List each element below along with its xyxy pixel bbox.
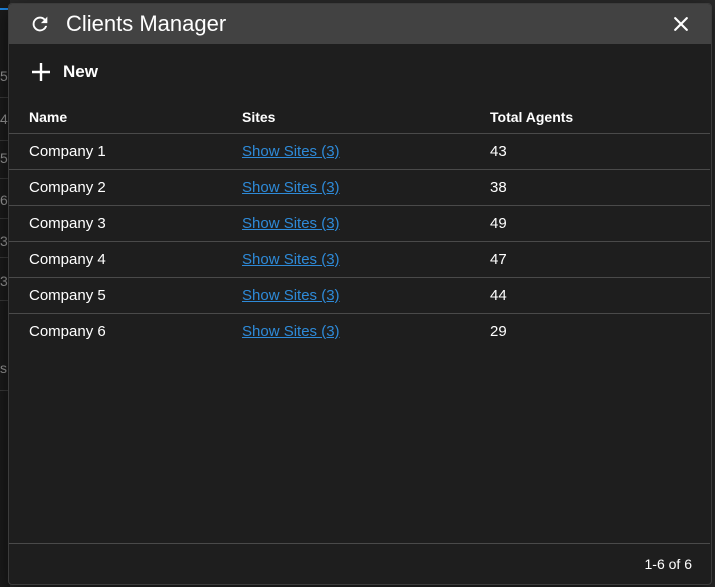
show-sites-link[interactable]: Show Sites (3) [242, 251, 340, 268]
show-sites-link[interactable]: Show Sites (3) [242, 143, 340, 160]
clients-table: Name Sites Total Agents Company 1 Show S… [9, 100, 710, 349]
total-agents: 47 [490, 241, 710, 278]
show-sites-link[interactable]: Show Sites (3) [242, 215, 340, 232]
table-header-row: Name Sites Total Agents [9, 100, 710, 134]
client-name: Company 5 [9, 277, 242, 314]
total-agents: 38 [490, 169, 710, 206]
table-row[interactable]: Company 5 Show Sites (3) 44 [9, 277, 710, 314]
client-name: Company 1 [9, 133, 242, 170]
close-icon[interactable] [671, 14, 691, 34]
client-name: Company 6 [29, 323, 106, 340]
refresh-icon[interactable] [29, 13, 51, 35]
dialog-titlebar: Clients Manager [9, 4, 711, 44]
new-button-label: New [63, 62, 98, 81]
background-row-number: s [0, 360, 7, 376]
total-agents: 44 [490, 277, 710, 314]
plus-icon [32, 63, 50, 81]
dialog-toolbar: New [9, 44, 711, 100]
show-sites-link[interactable]: Show Sites (3) [242, 179, 340, 196]
background-row-number: 4 [0, 111, 8, 127]
table-footer: 1-6 of 6 [9, 543, 710, 584]
table-row[interactable]: Company 1 Show Sites (3) 43 [9, 133, 710, 170]
column-header-sites[interactable]: Sites [242, 100, 490, 134]
new-client-button[interactable]: New [31, 57, 98, 87]
column-header-name[interactable]: Name [9, 100, 242, 134]
client-name: Company 4 [9, 241, 242, 278]
background-row-number: 5 [0, 68, 8, 84]
dialog-title: Clients Manager [66, 11, 227, 36]
background-row-number: 6 [0, 192, 8, 208]
background-row-number: 5 [0, 150, 8, 166]
pagination-label: 1-6 of 6 [644, 556, 692, 572]
background-row-number: 3 [0, 273, 8, 289]
client-name: Company 2 [9, 169, 242, 206]
total-agents: 29 [490, 323, 507, 340]
total-agents: 43 [490, 133, 710, 170]
background-row-number: 3 [0, 233, 8, 249]
column-header-total-agents[interactable]: Total Agents [490, 100, 710, 134]
show-sites-link[interactable]: Show Sites (3) [242, 323, 340, 340]
table-row[interactable]: Company 2 Show Sites (3) 38 [9, 169, 710, 206]
table-row[interactable]: Company 6 Show Sites (3) 29 [9, 314, 710, 350]
show-sites-link[interactable]: Show Sites (3) [242, 287, 340, 304]
client-name: Company 3 [9, 205, 242, 242]
total-agents: 49 [490, 205, 710, 242]
table-row[interactable]: Company 3 Show Sites (3) 49 [9, 205, 710, 242]
clients-manager-dialog: Clients Manager New Name Sites Total Age… [8, 3, 712, 585]
table-row[interactable]: Company 4 Show Sites (3) 47 [9, 241, 710, 278]
